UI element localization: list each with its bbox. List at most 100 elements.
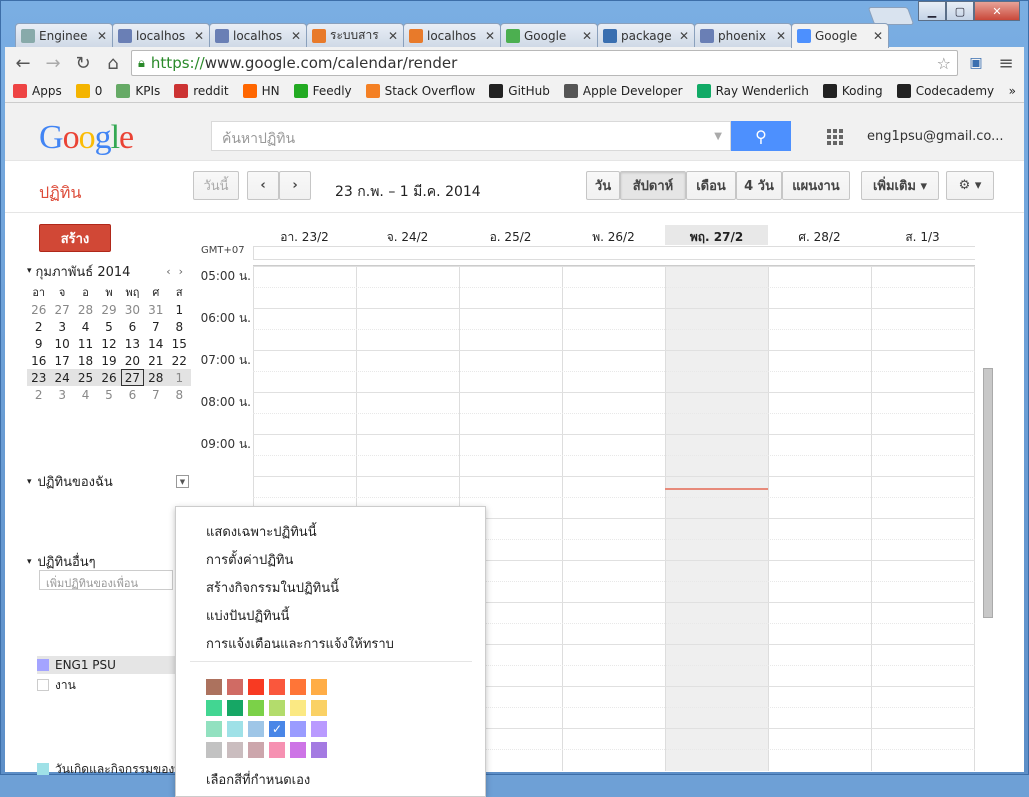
mini-date[interactable]: 27 [120, 369, 145, 386]
close-tab-icon[interactable]: ✕ [873, 29, 883, 43]
mini-date[interactable]: 7 [144, 318, 167, 335]
mini-date[interactable]: 22 [168, 352, 191, 369]
mini-date[interactable]: 10 [50, 335, 73, 352]
mini-date[interactable]: 1 [168, 301, 191, 318]
close-tab-icon[interactable]: ✕ [582, 29, 592, 43]
color-swatch[interactable] [227, 721, 243, 737]
close-tab-icon[interactable]: ✕ [194, 29, 204, 43]
day-column-header[interactable]: อา. 23/2 [253, 225, 356, 245]
mini-date[interactable]: 23 [27, 369, 51, 386]
search-input[interactable]: ค้นหาปฏิทิน ▼ [211, 121, 731, 151]
other-calendars-header[interactable]: ▾ ปฏิทินอื่นๆ [27, 551, 189, 572]
minimize-button[interactable]: ▁ [918, 1, 946, 21]
bookmark-item[interactable]: 0 [75, 83, 102, 98]
mini-date[interactable]: 20 [121, 352, 144, 369]
account-email[interactable]: eng1psu@gmail.co... [867, 129, 1004, 144]
mini-nav[interactable]: ‹› [166, 265, 191, 278]
forward-icon[interactable]: → [41, 51, 65, 75]
mini-date[interactable]: 8 [168, 386, 191, 403]
calendar-color-swatch[interactable] [37, 659, 49, 671]
mini-date[interactable]: 9 [27, 335, 50, 352]
mini-date[interactable]: 29 [97, 301, 120, 318]
color-swatch[interactable] [311, 721, 327, 737]
color-swatch[interactable] [248, 700, 264, 716]
bookmark-item[interactable]: Koding [822, 83, 883, 98]
color-swatch[interactable] [206, 679, 222, 695]
view-day-button[interactable]: วัน [586, 171, 620, 200]
color-swatch[interactable] [311, 679, 327, 695]
mini-date[interactable]: 3 [50, 386, 73, 403]
apps-grid-icon[interactable] [827, 129, 843, 145]
star-icon[interactable]: ☆ [937, 54, 951, 73]
menu-item[interactable]: การตั้งค่าปฏิทิน [206, 549, 293, 570]
mini-date[interactable]: 27 [50, 301, 73, 318]
mini-date[interactable]: 5 [97, 318, 120, 335]
color-swatch[interactable] [269, 742, 285, 758]
day-column-header[interactable]: ศ. 28/2 [768, 225, 871, 245]
mini-date[interactable]: 1 [167, 369, 191, 386]
all-day-row[interactable] [253, 246, 975, 260]
mini-date[interactable]: 31 [144, 301, 167, 318]
mini-date[interactable]: 5 [97, 386, 120, 403]
close-tab-icon[interactable]: ✕ [485, 29, 495, 43]
color-swatch[interactable] [311, 742, 327, 758]
menu-item[interactable]: แสดงเฉพาะปฏิทินนี้ [206, 521, 317, 542]
color-swatch[interactable] [311, 700, 327, 716]
browser-tab[interactable]: ระบบสาร ✕ [306, 23, 404, 47]
bookmark-item[interactable]: KPIs [116, 83, 160, 98]
color-swatch[interactable] [227, 700, 243, 716]
mini-date[interactable]: 2 [27, 386, 50, 403]
color-swatch[interactable] [269, 679, 285, 695]
close-tab-icon[interactable]: ✕ [388, 29, 398, 43]
bookmarks-overflow-icon[interactable]: » [1009, 84, 1016, 98]
color-swatch[interactable] [206, 700, 222, 716]
day-column-header[interactable]: พฤ. 27/2 [665, 225, 768, 245]
browser-tab[interactable]: localhos ✕ [403, 23, 501, 47]
bookmark-item[interactable]: Feedly [293, 83, 352, 98]
prev-week-button[interactable]: ‹ [247, 171, 279, 200]
color-swatch[interactable] [290, 742, 306, 758]
mini-date[interactable]: 6 [121, 318, 144, 335]
selected-color-check-icon[interactable]: ✓ [269, 721, 285, 737]
bookmark-item[interactable]: Codecademy [896, 83, 994, 98]
mini-date[interactable]: 12 [97, 335, 120, 352]
mini-date[interactable]: 24 [50, 369, 74, 386]
calendar-list-item[interactable]: วันเกิดและกิจกรรมของที่ [37, 760, 189, 778]
view-agenda-button[interactable]: แผนงาน [782, 171, 850, 200]
bookmark-item[interactable]: Apps [13, 83, 62, 98]
browser-tab[interactable]: localhos ✕ [209, 23, 307, 47]
color-swatch[interactable] [248, 721, 264, 737]
bookmark-item[interactable]: Ray Wenderlich [696, 83, 809, 98]
custom-color-item[interactable]: เลือกสีที่กำหนดเอง [206, 769, 310, 790]
mini-date[interactable]: 21 [144, 352, 167, 369]
mini-date[interactable]: 6 [121, 386, 144, 403]
chevron-down-icon[interactable]: ▾ [27, 266, 32, 276]
mini-date[interactable]: 13 [121, 335, 144, 352]
bookmark-item[interactable]: reddit [174, 83, 229, 98]
menu-icon[interactable]: ≡ [994, 51, 1018, 75]
menu-item[interactable]: สร้างกิจกรรมในปฏิทินนี้ [206, 577, 339, 598]
bookmark-item[interactable]: Stack Overflow [365, 83, 475, 98]
reload-icon[interactable]: ↻ [71, 51, 95, 75]
browser-tab[interactable]: localhos ✕ [112, 23, 210, 47]
browser-tab[interactable]: Google ✕ [500, 23, 598, 47]
color-swatch[interactable] [206, 721, 222, 737]
search-button[interactable]: ⚲ [731, 121, 791, 151]
my-calendars-menu-icon[interactable]: ▼ [176, 475, 189, 488]
bookmark-item[interactable]: Apple Developer [563, 83, 683, 98]
browser-tab[interactable]: Enginee ✕ [15, 23, 113, 47]
menu-item[interactable]: แบ่งปันปฏิทินนี้ [206, 605, 289, 626]
view-4day-button[interactable]: 4 วัน [736, 171, 782, 200]
mini-date[interactable]: 2 [27, 318, 50, 335]
close-tab-icon[interactable]: ✕ [776, 29, 786, 43]
calendar-color-swatch[interactable] [37, 763, 49, 775]
color-swatch[interactable] [227, 679, 243, 695]
add-friend-calendar-input[interactable]: เพิ่มปฏิทินของเพื่อน [39, 570, 173, 590]
mini-date[interactable]: 4 [74, 318, 97, 335]
browser-tab[interactable]: package ✕ [597, 23, 695, 47]
close-window-button[interactable]: ✕ [974, 1, 1020, 21]
mini-date[interactable]: 26 [97, 369, 121, 386]
bookmark-item[interactable]: HN [242, 83, 280, 98]
mini-date[interactable]: 11 [74, 335, 97, 352]
mini-date[interactable]: 7 [144, 386, 167, 403]
